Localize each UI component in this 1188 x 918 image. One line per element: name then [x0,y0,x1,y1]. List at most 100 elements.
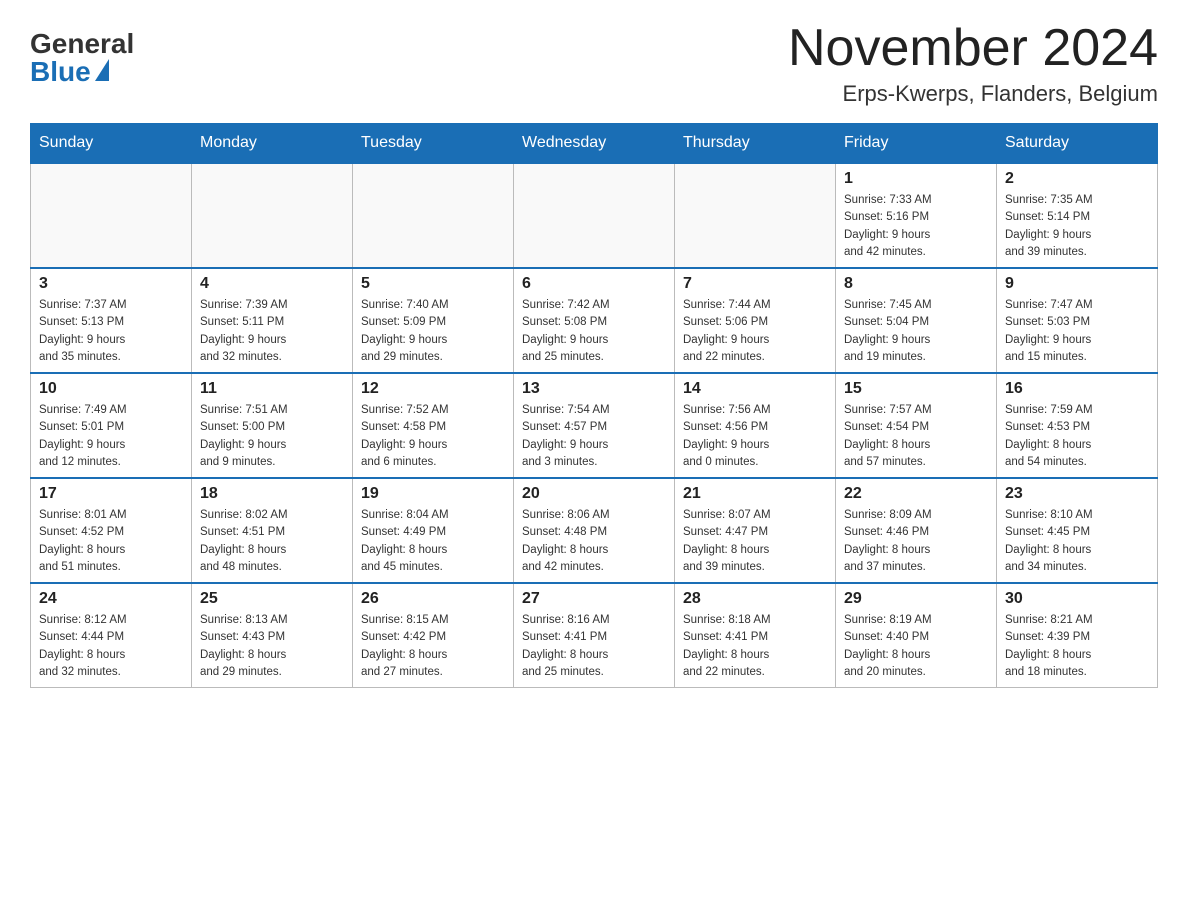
day-number: 17 [39,485,183,503]
calendar-cell: 29 Sunrise: 8:19 AMSunset: 4:40 PMDayligh… [836,583,997,688]
calendar-table: SundayMondayTuesdayWednesdayThursdayFrid… [30,123,1158,688]
week-row-1: 1 Sunrise: 7:33 AMSunset: 5:16 PMDaylight… [31,163,1158,268]
weekday-header-row: SundayMondayTuesdayWednesdayThursdayFrid… [31,124,1158,164]
location-title: Erps-Kwerps, Flanders, Belgium [788,81,1158,107]
day-info: Sunrise: 8:18 AMSunset: 4:41 PMDaylight:… [683,612,827,681]
calendar-cell: 7Sunrise: 7:44 AMSunset: 5:06 PMDaylight… [675,268,836,373]
day-info: Sunrise: 7:35 AMSunset: 5:14 PMDaylight:… [1005,192,1149,261]
day-info: Sunrise: 7:57 AMSunset: 4:54 PMDaylight:… [844,402,988,471]
day-number: 10 [39,380,183,398]
day-info: Sunrise: 7:52 AMSunset: 4:58 PMDaylight:… [361,402,505,471]
day-number: 11 [200,380,344,398]
calendar-cell: 16Sunrise: 7:59 AMSunset: 4:53 PMDayligh… [997,373,1158,478]
day-number: 21 [683,485,827,503]
day-info: Sunrise: 7:37 AMSunset: 5:13 PMDaylight:… [39,297,183,366]
day-info: Sunrise: 8:21 AMSunset: 4:39 PMDaylight:… [1005,612,1149,681]
calendar-cell: 4 Sunrise: 7:39 AMSunset: 5:11 PMDaylight… [192,268,353,373]
day-info: Sunrise: 8:07 AMSunset: 4:47 PMDaylight:… [683,507,827,576]
calendar-cell: 11 Sunrise: 7:51 AMSunset: 5:00 PMDayligh… [192,373,353,478]
day-number: 5 [361,275,505,293]
calendar-cell: 24 Sunrise: 8:12 AMSunset: 4:44 PMDayligh… [31,583,192,688]
calendar-cell: 17 Sunrise: 8:01 AMSunset: 4:52 PMDayligh… [31,478,192,583]
calendar-cell: 23Sunrise: 8:10 AMSunset: 4:45 PMDayligh… [997,478,1158,583]
calendar-cell [31,163,192,268]
day-info: Sunrise: 8:06 AMSunset: 4:48 PMDaylight:… [522,507,666,576]
day-info: Sunrise: 8:01 AMSunset: 4:52 PMDaylight:… [39,507,183,576]
calendar-cell: 19 Sunrise: 8:04 AMSunset: 4:49 PMDayligh… [353,478,514,583]
day-number: 18 [200,485,344,503]
day-info: Sunrise: 7:49 AMSunset: 5:01 PMDaylight:… [39,402,183,471]
day-info: Sunrise: 8:04 AMSunset: 4:49 PMDaylight:… [361,507,505,576]
day-number: 7 [683,275,827,293]
calendar-cell [514,163,675,268]
calendar-cell: 10 Sunrise: 7:49 AMSunset: 5:01 PMDayligh… [31,373,192,478]
day-info: Sunrise: 8:13 AMSunset: 4:43 PMDaylight:… [200,612,344,681]
month-title: November 2024 [788,20,1158,77]
day-number: 4 [200,275,344,293]
day-info: Sunrise: 7:33 AMSunset: 5:16 PMDaylight:… [844,192,988,261]
day-number: 22 [844,485,988,503]
weekday-header-tuesday: Tuesday [353,124,514,164]
logo-blue-text: Blue [30,58,91,86]
day-number: 15 [844,380,988,398]
day-number: 3 [39,275,183,293]
calendar-cell: 18 Sunrise: 8:02 AMSunset: 4:51 PMDayligh… [192,478,353,583]
calendar-cell: 15 Sunrise: 7:57 AMSunset: 4:54 PMDayligh… [836,373,997,478]
calendar-cell: 20 Sunrise: 8:06 AMSunset: 4:48 PMDayligh… [514,478,675,583]
calendar-cell: 2 Sunrise: 7:35 AMSunset: 5:14 PMDaylight… [997,163,1158,268]
day-number: 24 [39,590,183,608]
calendar-cell: 25Sunrise: 8:13 AMSunset: 4:43 PMDayligh… [192,583,353,688]
day-number: 9 [1005,275,1149,293]
day-info: Sunrise: 7:54 AMSunset: 4:57 PMDaylight:… [522,402,666,471]
header: General Blue November 2024 Erps-Kwerps, … [30,20,1158,107]
weekday-header-thursday: Thursday [675,124,836,164]
day-number: 27 [522,590,666,608]
day-number: 12 [361,380,505,398]
day-info: Sunrise: 7:39 AMSunset: 5:11 PMDaylight:… [200,297,344,366]
day-info: Sunrise: 7:56 AMSunset: 4:56 PMDaylight:… [683,402,827,471]
day-number: 29 [844,590,988,608]
calendar-cell: 3 Sunrise: 7:37 AMSunset: 5:13 PMDaylight… [31,268,192,373]
day-number: 1 [844,170,988,188]
calendar-cell: 12 Sunrise: 7:52 AMSunset: 4:58 PMDayligh… [353,373,514,478]
weekday-header-sunday: Sunday [31,124,192,164]
day-number: 28 [683,590,827,608]
day-info: Sunrise: 8:19 AMSunset: 4:40 PMDaylight:… [844,612,988,681]
day-number: 30 [1005,590,1149,608]
day-info: Sunrise: 8:09 AMSunset: 4:46 PMDaylight:… [844,507,988,576]
calendar-cell: 26Sunrise: 8:15 AMSunset: 4:42 PMDayligh… [353,583,514,688]
day-number: 26 [361,590,505,608]
calendar-cell: 14 Sunrise: 7:56 AMSunset: 4:56 PMDayligh… [675,373,836,478]
weekday-header-wednesday: Wednesday [514,124,675,164]
day-number: 20 [522,485,666,503]
day-info: Sunrise: 8:12 AMSunset: 4:44 PMDaylight:… [39,612,183,681]
week-row-5: 24 Sunrise: 8:12 AMSunset: 4:44 PMDayligh… [31,583,1158,688]
calendar-cell: 5Sunrise: 7:40 AMSunset: 5:09 PMDaylight… [353,268,514,373]
weekday-header-saturday: Saturday [997,124,1158,164]
logo: General Blue [30,20,134,86]
day-number: 23 [1005,485,1149,503]
day-number: 8 [844,275,988,293]
day-number: 16 [1005,380,1149,398]
day-info: Sunrise: 8:02 AMSunset: 4:51 PMDaylight:… [200,507,344,576]
day-info: Sunrise: 7:45 AMSunset: 5:04 PMDaylight:… [844,297,988,366]
calendar-cell: 22 Sunrise: 8:09 AMSunset: 4:46 PMDayligh… [836,478,997,583]
calendar-cell [353,163,514,268]
logo-general-text: General [30,30,134,58]
calendar-cell: 13 Sunrise: 7:54 AMSunset: 4:57 PMDayligh… [514,373,675,478]
calendar-cell: 28 Sunrise: 8:18 AMSunset: 4:41 PMDayligh… [675,583,836,688]
week-row-2: 3 Sunrise: 7:37 AMSunset: 5:13 PMDaylight… [31,268,1158,373]
day-number: 13 [522,380,666,398]
weekday-header-monday: Monday [192,124,353,164]
day-number: 14 [683,380,827,398]
calendar-cell: 27 Sunrise: 8:16 AMSunset: 4:41 PMDayligh… [514,583,675,688]
logo-triangle-icon [95,59,109,81]
week-row-3: 10 Sunrise: 7:49 AMSunset: 5:01 PMDayligh… [31,373,1158,478]
day-info: Sunrise: 7:51 AMSunset: 5:00 PMDaylight:… [200,402,344,471]
day-number: 2 [1005,170,1149,188]
day-number: 19 [361,485,505,503]
day-number: 6 [522,275,666,293]
week-row-4: 17 Sunrise: 8:01 AMSunset: 4:52 PMDayligh… [31,478,1158,583]
day-info: Sunrise: 8:16 AMSunset: 4:41 PMDaylight:… [522,612,666,681]
logo-blue-area: Blue [30,58,107,86]
